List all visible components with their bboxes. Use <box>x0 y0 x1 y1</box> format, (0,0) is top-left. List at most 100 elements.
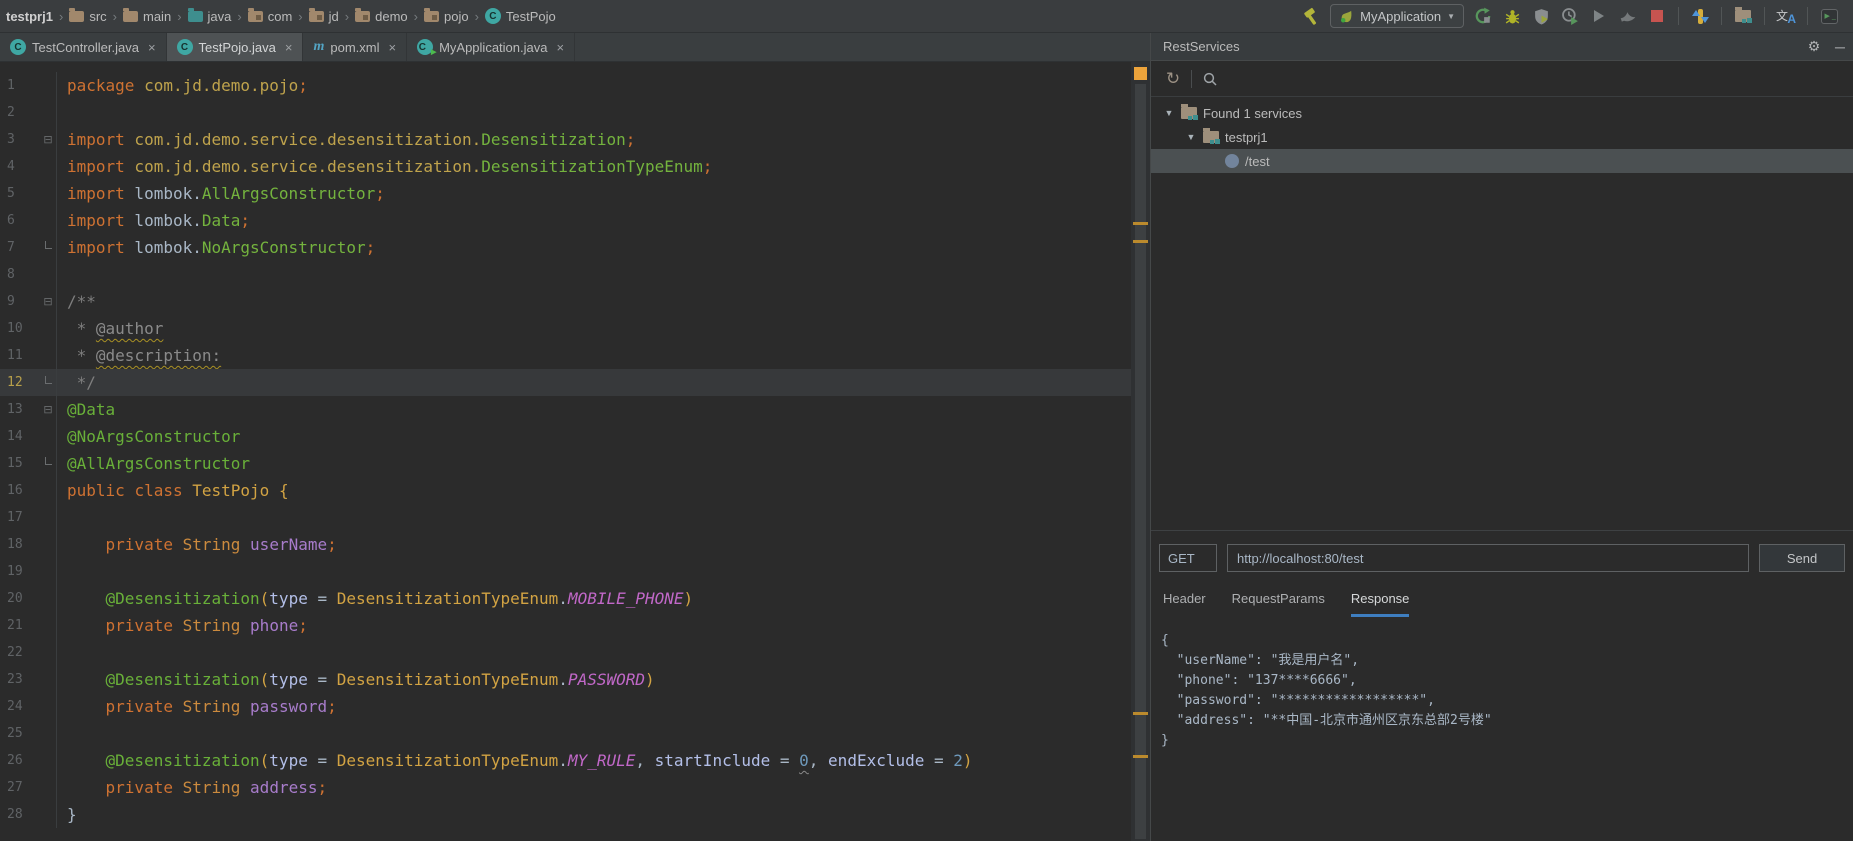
code-line-3[interactable]: 3 ⊟ import com.jd.demo.service.desensitiza… <box>0 126 1150 153</box>
minimize-icon[interactable]: ─ <box>1827 39 1853 55</box>
code-line-26[interactable]: 26 @Desensitization(type = Desensitizati… <box>0 747 1150 774</box>
code-line-4[interactable]: 4 import com.jd.demo.service.desensitizat… <box>0 153 1150 180</box>
code-line-28[interactable]: 28} <box>0 801 1150 828</box>
code-line-25[interactable]: 25 <box>0 720 1150 747</box>
code-line-22[interactable]: 22 <box>0 639 1150 666</box>
breadcrumb-item-jd[interactable]: jd <box>308 7 339 24</box>
refresh-icon[interactable]: ↻ <box>1161 67 1185 91</box>
code-line-15[interactable]: 15 @AllArgsConstructor <box>0 450 1150 477</box>
run-icon[interactable] <box>1589 6 1609 26</box>
scrollbar-thumb[interactable] <box>1135 84 1146 839</box>
response-line: } <box>1161 733 1169 748</box>
tree-item-found-1-services[interactable]: ▼ Found 1 services <box>1151 101 1853 125</box>
send-button[interactable]: Send <box>1759 544 1845 572</box>
code-line-17[interactable]: 17 <box>0 504 1150 531</box>
profiler-icon[interactable] <box>1560 6 1580 26</box>
code-line-5[interactable]: 5 import lombok.AllArgsConstructor; <box>0 180 1150 207</box>
tab-header[interactable]: Header <box>1163 591 1206 617</box>
tab-testcontroller-java[interactable]: C TestController.java × <box>0 33 167 61</box>
code-line-21[interactable]: 21 private String phone; <box>0 612 1150 639</box>
close-icon[interactable]: × <box>388 40 396 55</box>
fold-end-icon[interactable] <box>40 234 57 261</box>
line-number: 8 <box>7 267 15 282</box>
line-number: 15 <box>7 456 23 471</box>
breadcrumb-item-src[interactable]: src <box>69 7 107 24</box>
close-icon[interactable]: × <box>285 40 293 55</box>
breadcrumb-item-demo[interactable]: demo <box>355 7 408 24</box>
breadcrumb-item-testprj1[interactable]: testprj1 <box>6 9 53 24</box>
fold-start-icon[interactable]: ⊟ <box>40 288 57 315</box>
breadcrumb-item-testpojo[interactable]: C TestPojo <box>484 8 556 24</box>
close-icon[interactable]: × <box>556 40 564 55</box>
tree-item--test[interactable]: /test <box>1151 149 1853 173</box>
close-icon[interactable]: × <box>148 40 156 55</box>
line-number: 28 <box>7 807 23 822</box>
response-line: "password": "******************", <box>1161 693 1435 708</box>
fold-end-icon[interactable] <box>40 369 57 396</box>
code-line-12[interactable]: 12 */ <box>0 369 1150 396</box>
code-line-19[interactable]: 19 <box>0 558 1150 585</box>
code-line-6[interactable]: 6 import lombok.Data; <box>0 207 1150 234</box>
fold-end-icon[interactable] <box>40 450 57 477</box>
terminal-icon[interactable]: ▶ _ <box>1819 6 1839 26</box>
breadcrumb-item-com[interactable]: com <box>247 7 292 24</box>
breadcrumb-item-main[interactable]: main <box>123 7 172 24</box>
code-line-7[interactable]: 7 import lombok.NoArgsConstructor; <box>0 234 1150 261</box>
code-text: * @author <box>67 319 164 338</box>
code-line-1[interactable]: 1 package com.jd.demo.pojo; <box>0 72 1150 99</box>
http-method-select[interactable]: GET <box>1159 544 1217 572</box>
tree-item-testprj1[interactable]: ▼ testprj1 <box>1151 125 1853 149</box>
hotswap-icon[interactable] <box>1690 6 1710 26</box>
chevron-expanded-icon[interactable]: ▼ <box>1163 108 1175 118</box>
inspection-indicator[interactable] <box>1134 67 1147 80</box>
attach-bird-icon[interactable] <box>1618 6 1638 26</box>
code-line-24[interactable]: 24 private String password; <box>0 693 1150 720</box>
tab-pom-xml[interactable]: m pom.xml × <box>303 33 408 61</box>
tab-response[interactable]: Response <box>1350 591 1410 617</box>
build-hammer-icon[interactable] <box>1301 6 1321 26</box>
run-configuration-select[interactable]: MyApplication ▼ <box>1330 4 1464 28</box>
gear-icon[interactable]: ⚙ <box>1801 38 1827 55</box>
code-line-27[interactable]: 27 private String address; <box>0 774 1150 801</box>
fold-start-icon[interactable]: ⊟ <box>40 396 57 423</box>
code-text: * @description: <box>67 346 222 365</box>
tab-testpojo-java[interactable]: C TestPojo.java × <box>166 33 304 61</box>
warning-stripe-mark[interactable] <box>1133 712 1148 715</box>
services-folder-icon[interactable] <box>1733 6 1753 26</box>
breadcrumb-item-java[interactable]: java <box>187 7 231 24</box>
debug-icon[interactable] <box>1502 6 1522 26</box>
chevron-expanded-icon[interactable]: ▼ <box>1185 132 1197 142</box>
url-input[interactable] <box>1227 544 1749 572</box>
code-line-10[interactable]: 10 * @author <box>0 315 1150 342</box>
warning-stripe-mark[interactable] <box>1133 755 1148 758</box>
code-line-20[interactable]: 20 @Desensitization(type = Desensitizati… <box>0 585 1150 612</box>
fold-start-icon[interactable]: ⊟ <box>40 126 57 153</box>
folder-icon <box>69 7 85 22</box>
code-editor[interactable]: 1 package com.jd.demo.pojo; 2 3 ⊟ import com.… <box>0 62 1150 841</box>
breadcrumb-label: main <box>143 8 172 24</box>
tab-requestparams[interactable]: RequestParams <box>1232 591 1325 617</box>
tab-myapplication-java[interactable]: C MyApplication.java × <box>407 33 576 61</box>
translate-icon[interactable]: 文A <box>1776 6 1796 26</box>
code-line-16[interactable]: 16 public class TestPojo { <box>0 477 1150 504</box>
warning-stripe-mark[interactable] <box>1133 222 1148 225</box>
code-line-18[interactable]: 18 private String userName; <box>0 531 1150 558</box>
code-line-23[interactable]: 23 @Desensitization(type = Desensitizati… <box>0 666 1150 693</box>
rerun-icon[interactable] <box>1473 6 1493 26</box>
code-line-9[interactable]: 9 ⊟ /** <box>0 288 1150 315</box>
breadcrumb-item-pojo[interactable]: pojo <box>423 7 469 24</box>
code-line-8[interactable]: 8 <box>0 261 1150 288</box>
code-line-2[interactable]: 2 <box>0 99 1150 126</box>
fold-column <box>40 666 57 693</box>
search-icon[interactable] <box>1198 67 1222 91</box>
code-line-14[interactable]: 14 @NoArgsConstructor <box>0 423 1150 450</box>
fold-column <box>40 693 57 720</box>
warning-stripe-mark[interactable] <box>1133 240 1148 243</box>
run-with-coverage-icon[interactable] <box>1531 6 1551 26</box>
code-line-13[interactable]: 13 ⊟ @Data <box>0 396 1150 423</box>
code-line-11[interactable]: 11 * @description: <box>0 342 1150 369</box>
stop-icon[interactable] <box>1647 6 1667 26</box>
editor-scrollbar[interactable] <box>1131 62 1150 841</box>
line-number: 10 <box>7 321 23 336</box>
